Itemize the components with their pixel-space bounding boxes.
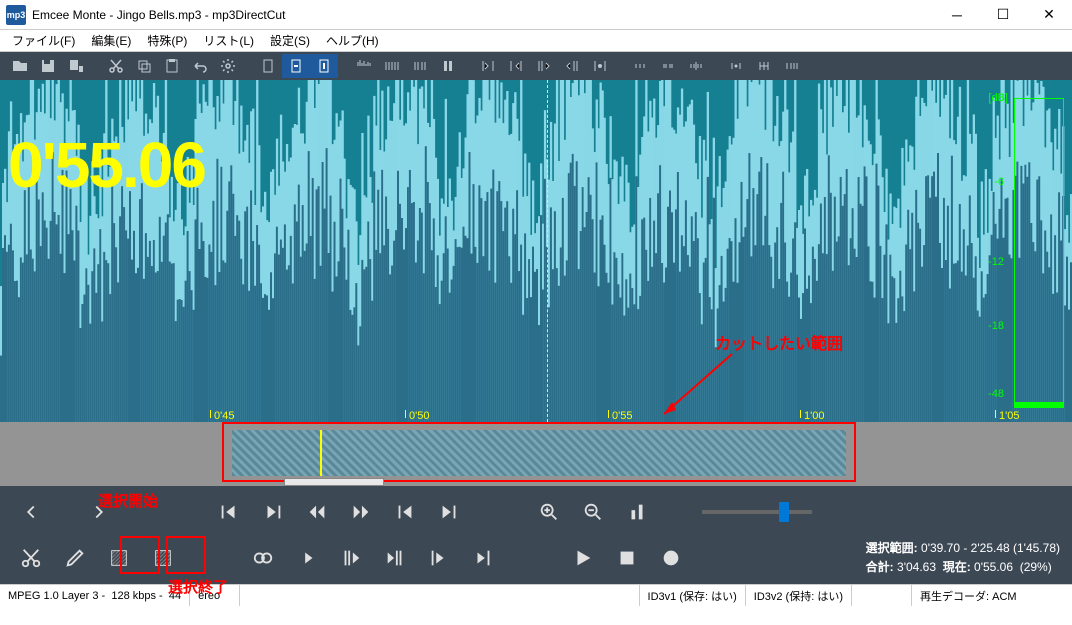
menu-special[interactable]: 特殊(P) <box>139 30 195 51</box>
annotation-sel-end-box <box>166 536 206 574</box>
info-panel: 選択範囲: 0'39.70 - 2'25.48 (1'45.78) 合計: 3'… <box>866 539 1060 577</box>
volume-slider[interactable] <box>702 510 812 514</box>
copy-icon[interactable] <box>130 54 158 78</box>
forward-button[interactable] <box>342 496 380 528</box>
close-button[interactable]: ✕ <box>1026 0 1072 30</box>
overview-track[interactable] <box>0 422 1072 486</box>
rewind-button[interactable] <box>298 496 336 528</box>
zoom-out-button[interactable] <box>574 496 612 528</box>
waveform-display[interactable]: 0'55.06 カットしたい範囲 [dB] 0 -6 -12 -18 -48 0… <box>0 80 1072 422</box>
controls-panel: 選択範囲: 0'39.70 - 2'25.48 (1'45.78) 合計: 3'… <box>0 486 1072 584</box>
menu-help[interactable]: ヘルプ(H) <box>318 30 387 51</box>
annotation-cut-range: カットしたい範囲 <box>715 330 843 354</box>
annotation-selection-box <box>222 422 856 482</box>
save-sel-icon[interactable] <box>62 54 90 78</box>
pause-icon[interactable] <box>434 54 462 78</box>
menu-file[interactable]: ファイル(F) <box>4 30 83 51</box>
small2-icon[interactable] <box>654 54 682 78</box>
menu-settings[interactable]: 設定(S) <box>262 30 318 51</box>
stop-button[interactable] <box>608 542 646 574</box>
marker5-icon[interactable] <box>586 54 614 78</box>
extra2-icon[interactable] <box>750 54 778 78</box>
overview-visible-range[interactable] <box>284 478 384 486</box>
toolbar <box>0 52 1072 80</box>
doc-a-icon[interactable] <box>282 54 310 78</box>
db-meter-box <box>1014 98 1064 408</box>
app-icon: mp3 <box>6 5 26 25</box>
edit-button[interactable] <box>56 542 94 574</box>
doc-b-icon[interactable] <box>310 54 338 78</box>
loop-button[interactable] <box>244 542 282 574</box>
current-time-display: 0'55.06 <box>8 128 205 202</box>
play-sel-button[interactable] <box>288 542 326 574</box>
nav-prev-button[interactable] <box>12 496 50 528</box>
small1-icon[interactable] <box>626 54 654 78</box>
time-ruler[interactable]: 0'45 0'50 0'55 1'00 1'05 <box>0 404 1072 422</box>
goto-sel-start-button[interactable] <box>210 496 248 528</box>
open-icon[interactable] <box>6 54 34 78</box>
play-range-a-button[interactable] <box>420 542 458 574</box>
annotation-sel-start: 選択開始 <box>98 490 158 511</box>
menu-list[interactable]: リスト(L) <box>195 30 262 51</box>
cut-button[interactable] <box>12 542 50 574</box>
status-id3v2: ID3v2 (保持: はい) <box>746 585 852 606</box>
play-before-button[interactable] <box>332 542 370 574</box>
small3-icon[interactable] <box>682 54 710 78</box>
paste-icon[interactable] <box>158 54 186 78</box>
status-id3v1: ID3v1 (保存: はい) <box>640 585 746 606</box>
extra3-icon[interactable] <box>778 54 806 78</box>
goto-sel-end-button[interactable] <box>254 496 292 528</box>
annotation-sel-end: 選択終了 <box>168 576 228 597</box>
marker1-icon[interactable] <box>474 54 502 78</box>
record-button[interactable] <box>652 542 690 574</box>
statusbar: MPEG 1.0 Layer 3 - 128 kbps - 44 ereo ID… <box>0 584 1072 606</box>
db-scale: [dB] 0 -6 -12 -18 -48 <box>1004 98 1064 412</box>
settings-icon[interactable] <box>214 54 242 78</box>
skip-back-button[interactable] <box>386 496 424 528</box>
annotation-sel-start-box <box>120 536 160 574</box>
doc-icon[interactable] <box>254 54 282 78</box>
save-icon[interactable] <box>34 54 62 78</box>
wave3-icon[interactable] <box>406 54 434 78</box>
wave2-icon[interactable] <box>378 54 406 78</box>
status-decoder: 再生デコーダ: ACM <box>912 585 1072 606</box>
playhead[interactable] <box>547 80 548 422</box>
pause2-button[interactable] <box>618 496 656 528</box>
cut-icon[interactable] <box>102 54 130 78</box>
play-range-b-button[interactable] <box>464 542 502 574</box>
titlebar: mp3 Emcee Monte - Jingo Bells.mp3 - mp3D… <box>0 0 1072 30</box>
marker3-icon[interactable] <box>530 54 558 78</box>
skip-fwd-button[interactable] <box>430 496 468 528</box>
marker2-icon[interactable] <box>502 54 530 78</box>
zoom-in-button[interactable] <box>530 496 568 528</box>
minimize-button[interactable]: ─ <box>934 0 980 30</box>
play-after-button[interactable] <box>376 542 414 574</box>
play-button[interactable] <box>564 542 602 574</box>
maximize-button[interactable]: ☐ <box>980 0 1026 30</box>
window-title: Emcee Monte - Jingo Bells.mp3 - mp3Direc… <box>32 8 934 22</box>
marker4-icon[interactable] <box>558 54 586 78</box>
extra1-icon[interactable] <box>722 54 750 78</box>
undo-icon[interactable] <box>186 54 214 78</box>
menu-edit[interactable]: 編集(E) <box>83 30 139 51</box>
wave1-icon[interactable] <box>350 54 378 78</box>
menubar: ファイル(F) 編集(E) 特殊(P) リスト(L) 設定(S) ヘルプ(H) <box>0 30 1072 52</box>
status-format: MPEG 1.0 Layer 3 - 128 kbps - 44 <box>0 585 190 606</box>
